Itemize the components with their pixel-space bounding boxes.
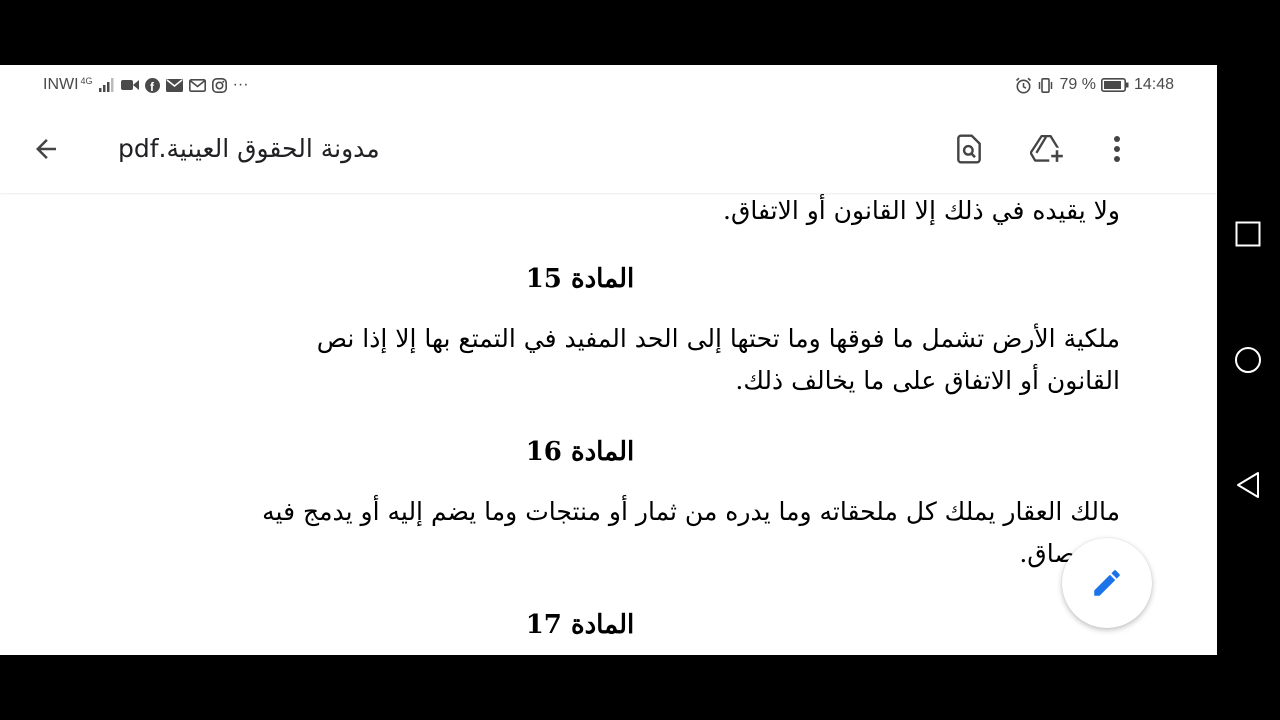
status-right: 79 % 14:48 <box>1015 76 1174 94</box>
battery-percent: 79 % <box>1059 76 1096 93</box>
app-bar: مدونة الحقوق العينية.pdf <box>0 105 1217 193</box>
back-button[interactable] <box>26 129 66 169</box>
article-heading: المادة 17 <box>525 610 635 640</box>
app-screen: INWI 4G f ··· 79 % 14:48 مدونة الحقوق ال… <box>0 65 1217 655</box>
document-line: القانون أو الاتفاق على ما يخالف ذلك. <box>735 366 1120 395</box>
more-vert-icon <box>1114 136 1120 162</box>
document-line: مالك العقار يملك كل ملحقاته وما يدره من … <box>262 497 1120 526</box>
more-options-button[interactable] <box>1095 127 1139 171</box>
pencil-icon <box>1094 570 1120 596</box>
add-to-drive-button[interactable] <box>1026 127 1070 171</box>
facebook-icon: f <box>144 77 160 93</box>
alarm-icon <box>1015 77 1032 94</box>
edit-fab-button[interactable] <box>1062 538 1152 628</box>
signal-icon <box>98 78 115 92</box>
document-line: ولا يقيده في ذلك إلا القانون أو الاتفاق. <box>723 196 1120 225</box>
instagram-icon <box>211 77 227 93</box>
nav-back-button[interactable] <box>1226 463 1270 507</box>
document-line: ملكية الأرض تشمل ما فوقها وما تحتها إلى … <box>316 324 1120 353</box>
home-button[interactable] <box>1226 338 1270 382</box>
battery-icon <box>1100 78 1129 92</box>
circle-home-icon <box>1235 347 1261 373</box>
vibrate-icon <box>1037 77 1054 93</box>
recents-button[interactable] <box>1226 212 1270 256</box>
document-line: بالالتصاق. <box>1019 539 1120 568</box>
status-left: INWI 4G f ··· <box>43 76 249 94</box>
status-bar: INWI 4G f ··· 79 % 14:48 <box>0 65 1217 105</box>
triangle-back-icon <box>1237 472 1259 498</box>
add-to-drive-icon <box>1030 134 1065 164</box>
square-recents-icon <box>1235 221 1261 247</box>
video-call-icon <box>120 79 139 91</box>
more-notifications-icon: ··· <box>232 76 249 93</box>
carrier-name: INWI <box>43 76 79 93</box>
find-in-document-icon <box>957 134 981 164</box>
find-in-document-button[interactable] <box>947 127 991 171</box>
article-heading: المادة 15 <box>525 264 635 294</box>
network-type: 4G <box>80 76 93 86</box>
clock-time: 14:48 <box>1133 76 1174 93</box>
mail-icon <box>165 78 183 92</box>
back-arrow-icon <box>36 139 56 159</box>
article-heading: المادة 16 <box>525 437 635 467</box>
document-title: مدونة الحقوق العينية.pdf <box>118 134 380 163</box>
gmail-icon <box>188 78 206 92</box>
document-viewer[interactable]: ولا يقيده في ذلك إلا القانون أو الاتفاق.… <box>0 194 1217 655</box>
